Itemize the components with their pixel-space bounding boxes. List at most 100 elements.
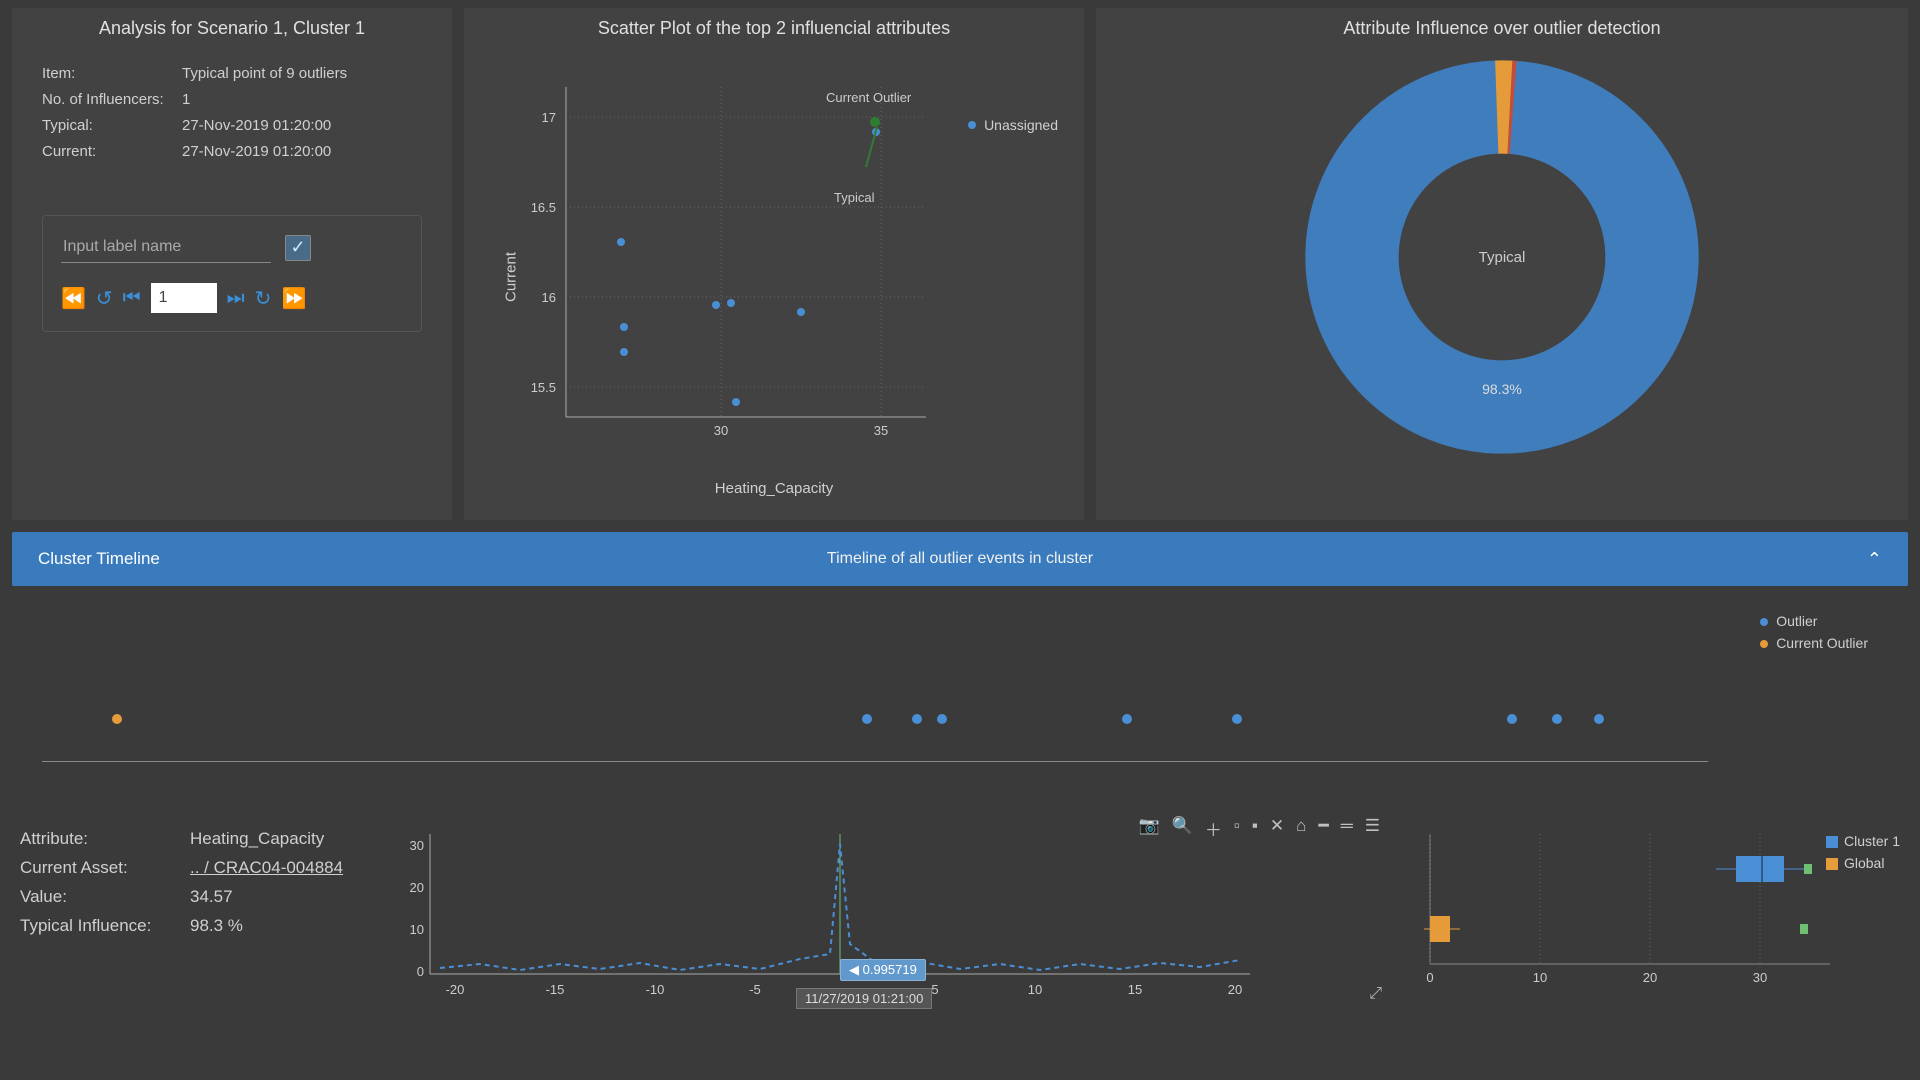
dot-icon — [1760, 618, 1768, 626]
timeline-outlier-dot[interactable] — [862, 714, 872, 724]
svg-text:10: 10 — [410, 922, 424, 937]
scatter-title: Scatter Plot of the top 2 influencial at… — [480, 18, 1068, 39]
label-name-input[interactable] — [61, 232, 271, 263]
zoom-icon[interactable]: 🔍 — [1172, 816, 1193, 841]
asset-label: Current Asset: — [20, 853, 190, 882]
timeline-outlier-dot[interactable] — [1552, 714, 1562, 724]
line-chart-panel: 📷 🔍 ＋ ▫ ▪ ✕ ⌂ ━ ═ ☰ 30 20 10 0 -20 -15 -… — [400, 824, 1380, 1007]
svg-text:Current Outlier: Current Outlier — [826, 90, 912, 105]
box-chart-panel: Cluster 1 Global 0 10 20 30 — [1400, 824, 1900, 1007]
line-chart[interactable]: 30 20 10 0 -20 -15 -10 -5 5 10 15 20 — [400, 824, 1260, 1004]
scatter-plot[interactable]: 17 16.5 16 15.5 30 35 Current Outli — [526, 67, 946, 457]
expand-icon[interactable]: ⤢ — [1369, 985, 1382, 1003]
svg-text:30: 30 — [1753, 970, 1767, 985]
redo-icon[interactable]: ↻ — [255, 286, 272, 311]
typical-value: 27-Nov-2019 01:20:00 — [182, 113, 331, 139]
attribute-info: Attribute:Heating_Capacity Current Asset… — [20, 824, 380, 1007]
timeline-title: Cluster Timeline — [38, 549, 160, 569]
svg-text:-15: -15 — [546, 982, 565, 997]
box-plot[interactable]: 0 10 20 30 — [1400, 824, 1860, 1004]
value-value: 34.57 — [190, 882, 233, 911]
skip-prev-icon[interactable]: ⏮ — [123, 287, 141, 310]
square-icon — [1826, 836, 1838, 848]
donut-title: Attribute Influence over outlier detecti… — [1112, 18, 1892, 39]
svg-text:-5: -5 — [749, 982, 761, 997]
timeline-outlier-dot[interactable] — [1594, 714, 1604, 724]
label-controls: ✓ ⏪ ↺ ⏮ ⏭ ↻ ⏩ — [42, 215, 422, 332]
svg-text:16.5: 16.5 — [531, 200, 556, 215]
influence-value: 98.3 % — [190, 911, 243, 940]
scatter-legend-label: Unassigned — [984, 117, 1058, 133]
svg-text:0: 0 — [1426, 970, 1433, 985]
timeline-current-outlier-dot[interactable] — [112, 714, 122, 724]
svg-text:Typical: Typical — [834, 190, 875, 205]
svg-text:20: 20 — [1643, 970, 1657, 985]
value-label: Value: — [20, 882, 190, 911]
timeline-outlier-dot[interactable] — [1232, 714, 1242, 724]
fast-rewind-icon[interactable]: ⏪ — [61, 286, 86, 311]
svg-text:15: 15 — [1128, 982, 1142, 997]
svg-text:10: 10 — [1028, 982, 1042, 997]
analysis-title: Analysis for Scenario 1, Cluster 1 — [28, 18, 436, 39]
influencers-value: 1 — [182, 87, 190, 113]
timeline-outlier-dot[interactable] — [1122, 714, 1132, 724]
donut-center-label: Typical — [1302, 57, 1702, 457]
home-icon[interactable]: ⌂ — [1296, 816, 1306, 841]
timeline-outlier-dot[interactable] — [937, 714, 947, 724]
svg-text:20: 20 — [410, 880, 424, 895]
camera-icon[interactable]: 📷 — [1139, 816, 1160, 841]
current-value: 27-Nov-2019 01:20:00 — [182, 139, 331, 165]
svg-text:10: 10 — [1533, 970, 1547, 985]
attribute-label: Attribute: — [20, 824, 190, 853]
skip-next-icon[interactable]: ⏭ — [227, 287, 245, 310]
svg-text:20: 20 — [1228, 982, 1242, 997]
influencers-label: No. of Influencers: — [42, 87, 182, 113]
donut-main-pct: 98.3% — [1482, 381, 1522, 397]
timeline-axis — [42, 761, 1708, 762]
timeline-body: Outlier Current Outlier — [12, 586, 1908, 806]
fast-forward-icon[interactable]: ⏩ — [281, 286, 306, 311]
svg-text:35: 35 — [874, 423, 888, 438]
timeline-outlier-dot[interactable] — [1507, 714, 1517, 724]
item-label: Item: — [42, 61, 182, 87]
square-icon — [1826, 858, 1838, 870]
svg-text:15.5: 15.5 — [531, 380, 556, 395]
svg-text:30: 30 — [714, 423, 728, 438]
step-input[interactable] — [151, 283, 217, 313]
box-select-icon[interactable]: ▫ — [1234, 816, 1240, 841]
analysis-info: Item:Typical point of 9 outliers No. of … — [42, 61, 436, 165]
cross-icon[interactable]: ✕ — [1270, 816, 1284, 841]
attribute-value: Heating_Capacity — [190, 824, 324, 853]
scatter-panel: Scatter Plot of the top 2 influencial at… — [464, 8, 1084, 520]
dot-icon — [968, 121, 976, 129]
line-hover-value: ◀ 0.995719 — [840, 959, 926, 981]
confirm-checkbox[interactable]: ✓ — [285, 235, 311, 261]
asset-link[interactable]: .. / CRAC04-004884 — [190, 853, 343, 882]
analysis-panel: Analysis for Scenario 1, Cluster 1 Item:… — [12, 8, 452, 520]
menu-icon[interactable]: ☰ — [1365, 816, 1380, 841]
minus-box-icon[interactable]: ▪ — [1252, 816, 1258, 841]
undo-icon[interactable]: ↺ — [96, 286, 113, 311]
timeline-outlier-dot[interactable] — [912, 714, 922, 724]
dot-icon — [1760, 640, 1768, 648]
svg-text:5: 5 — [931, 982, 938, 997]
timeline-header[interactable]: Cluster Timeline Timeline of all outlier… — [12, 532, 1908, 586]
toggle1-icon[interactable]: ━ — [1318, 816, 1328, 841]
influence-label: Typical Influence: — [20, 911, 190, 940]
line-chart-toolbar: 📷 🔍 ＋ ▫ ▪ ✕ ⌂ ━ ═ ☰ — [1139, 816, 1380, 841]
line-hover-time: 11/27/2019 01:21:00 — [796, 988, 932, 1009]
scatter-legend: Unassigned — [968, 117, 1058, 133]
box-legend: Cluster 1 Global — [1826, 830, 1900, 874]
donut-panel: Attribute Influence over outlier detecti… — [1096, 8, 1908, 520]
timeline-legend: Outlier Current Outlier — [1760, 610, 1868, 654]
toggle2-icon[interactable]: ═ — [1341, 816, 1353, 841]
svg-text:-10: -10 — [646, 982, 665, 997]
svg-text:30: 30 — [410, 838, 424, 853]
svg-text:17: 17 — [542, 110, 556, 125]
chevron-up-icon[interactable]: ⌃ — [1867, 549, 1882, 570]
plus-icon[interactable]: ＋ — [1205, 816, 1222, 841]
bottom-section: Attribute:Heating_Capacity Current Asset… — [12, 806, 1908, 1007]
current-label: Current: — [42, 139, 182, 165]
svg-text:16: 16 — [542, 290, 556, 305]
scatter-y-label: Current — [503, 252, 520, 302]
